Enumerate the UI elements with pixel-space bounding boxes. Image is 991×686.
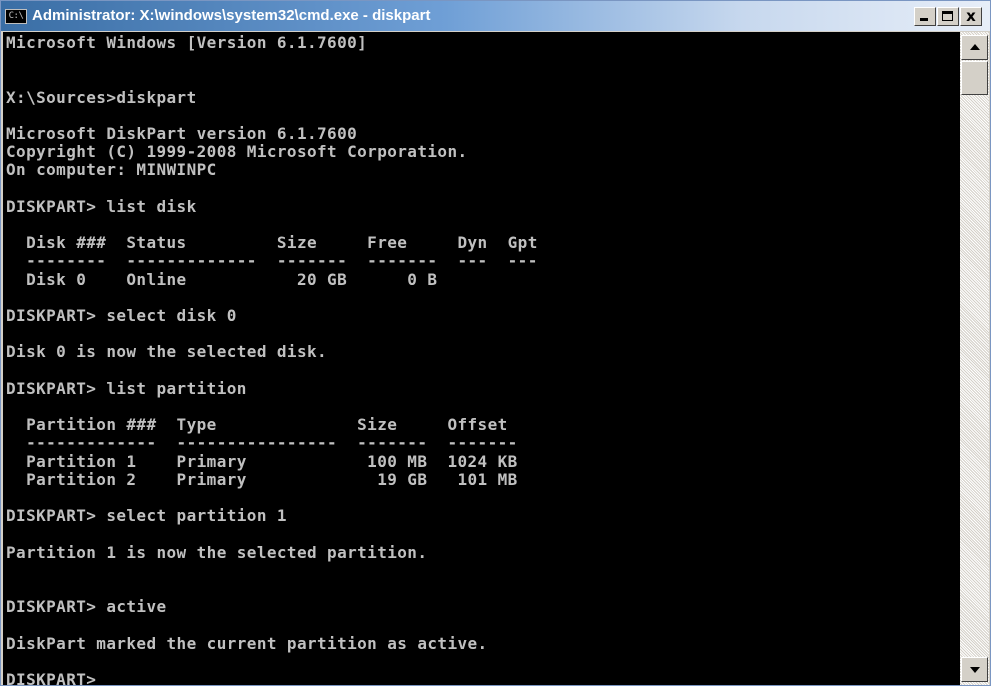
- caption-buttons: x: [914, 7, 982, 27]
- console-line: DISKPART> select partition 1: [6, 506, 287, 526]
- console-line: Disk ### Status Size Free Dyn Gpt: [6, 233, 538, 253]
- scroll-up-button[interactable]: [961, 35, 988, 60]
- minimize-button[interactable]: [914, 7, 936, 26]
- scroll-thumb[interactable]: [961, 61, 988, 95]
- console-line: X:\Sources>diskpart: [6, 87, 197, 107]
- console-line: DiskPart marked the current partition as…: [6, 633, 488, 653]
- cmd-app-icon[interactable]: C:\: [5, 9, 27, 24]
- maximize-icon: [942, 11, 953, 21]
- console-line: Copyright (C) 1999-2008 Microsoft Corpor…: [6, 142, 468, 162]
- close-icon: x: [966, 7, 976, 25]
- window-title: Administrator: X:\windows\system32\cmd.e…: [32, 7, 431, 24]
- console-line: Disk 0 Online 20 GB 0 B: [6, 269, 438, 289]
- arrow-up-icon: [970, 44, 980, 50]
- console-line: DISKPART> select disk 0: [6, 306, 237, 326]
- maximize-button[interactable]: [937, 7, 959, 26]
- console-line: ------------- ---------------- ------- -…: [6, 433, 518, 453]
- arrow-down-icon: [970, 667, 980, 673]
- cmd-window: C:\ Administrator: X:\windows\system32\c…: [0, 0, 991, 686]
- console-line: Partition 1 Primary 100 MB 1024 KB: [6, 451, 518, 471]
- scroll-down-button[interactable]: [961, 657, 988, 682]
- console-line: Microsoft DiskPart version 6.1.7600: [6, 124, 358, 144]
- console-line: Partition ### Type Size Offset: [6, 415, 508, 435]
- console-text: Microsoft Windows [Version 6.1.7600] X:\…: [3, 32, 960, 685]
- console-line: On computer: MINWINPC: [6, 160, 217, 180]
- console-line: DISKPART>: [6, 670, 107, 685]
- console-line: Partition 1 is now the selected partitio…: [6, 542, 428, 562]
- title-bar[interactable]: C:\ Administrator: X:\windows\system32\c…: [1, 1, 990, 31]
- console-line: DISKPART> list partition: [6, 378, 247, 398]
- close-button[interactable]: x: [960, 7, 982, 26]
- console-output[interactable]: Microsoft Windows [Version 6.1.7600] X:\…: [3, 32, 960, 685]
- console-line: Partition 2 Primary 19 GB 101 MB: [6, 469, 518, 489]
- minimize-icon: [920, 18, 928, 21]
- console-line: -------- ------------- ------- ------- -…: [6, 251, 538, 271]
- console-line: Microsoft Windows [Version 6.1.7600]: [6, 33, 368, 52]
- console-line: Disk 0 is now the selected disk.: [6, 342, 328, 362]
- console-line: DISKPART> active: [6, 597, 167, 617]
- vertical-scrollbar[interactable]: [960, 32, 989, 685]
- console-line: DISKPART> list disk: [6, 196, 197, 216]
